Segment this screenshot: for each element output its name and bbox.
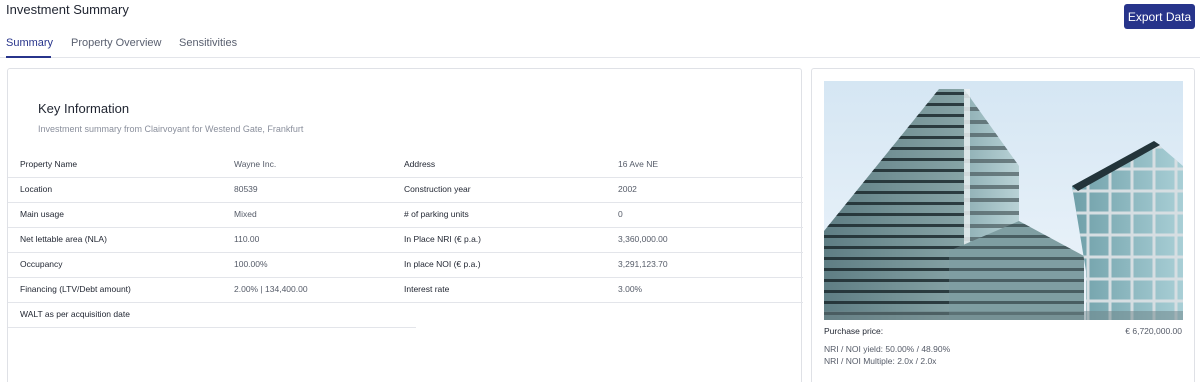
field-value: 100.00% (234, 259, 268, 269)
field-label: Location (20, 184, 53, 194)
table-row: Main usage Mixed # of parking units 0 (8, 202, 803, 227)
table-row: Occupancy 100.00% In place NOI (€ p.a.) … (8, 252, 803, 277)
key-information-card: Key Information Investment summary from … (7, 68, 803, 382)
row-divider (8, 327, 416, 328)
field-label: In Place NRI (€ p.a.) (404, 234, 482, 244)
export-data-button[interactable]: Export Data (1124, 4, 1195, 29)
field-value: 3,291,123.70 (618, 259, 668, 269)
field-value: 80539 (234, 184, 258, 194)
table-row: Financing (LTV/Debt amount) 2.00% | 134,… (8, 277, 803, 302)
tab-sensitivities[interactable]: Sensitivities (179, 37, 237, 49)
table-row: Property Name Wayne Inc. Address 16 Ave … (8, 152, 803, 177)
field-label: Property Name (20, 159, 78, 169)
field-value: Wayne Inc. (234, 159, 277, 169)
nri-noi-multiple: NRI / NOI Multiple: 2.0x / 2.0x (824, 356, 937, 366)
table-row: Net lettable area (NLA) 110.00 In Place … (8, 227, 803, 252)
nri-noi-yield: NRI / NOI yield: 50.00% / 48.90% (824, 344, 951, 354)
table-row: WALT as per acquisition date (8, 302, 418, 327)
field-label: Net lettable area (NLA) (20, 234, 107, 244)
field-label: # of parking units (404, 209, 469, 219)
property-card: Purchase price: € 6,720,000.00 NRI / NOI… (811, 68, 1195, 382)
field-value: 0 (618, 209, 623, 219)
field-label: Occupancy (20, 259, 63, 269)
field-label: In place NOI (€ p.a.) (404, 259, 481, 269)
field-label: Main usage (20, 209, 64, 219)
field-label: Address (404, 159, 436, 169)
field-label: Interest rate (404, 284, 450, 294)
tab-property-overview[interactable]: Property Overview (71, 37, 161, 49)
purchase-price-value: € 6,720,000.00 (1125, 326, 1182, 336)
table-row: Location 80539 Construction year 2002 (8, 177, 803, 202)
field-value: 3.00% (618, 284, 643, 294)
purchase-price-label: Purchase price: (824, 326, 884, 336)
field-value: 110.00 (234, 234, 260, 244)
field-label: Construction year (404, 184, 471, 194)
tab-bar: Summary Property Overview Sensitivities (0, 36, 1200, 58)
field-value: 3,360,000.00 (618, 234, 668, 244)
section-title: Key Information (38, 101, 130, 116)
field-label: WALT as per acquisition date (20, 309, 130, 319)
tab-summary[interactable]: Summary (6, 37, 53, 49)
field-value: 16 Ave NE (618, 159, 659, 169)
field-value: 2002 (618, 184, 637, 194)
field-value: Mixed (234, 209, 257, 219)
field-label: Financing (LTV/Debt amount) (20, 284, 131, 294)
active-tab-indicator (6, 56, 51, 58)
section-subtitle: Investment summary from Clairvoyant for … (38, 124, 304, 134)
page-title: Investment Summary (6, 2, 129, 17)
property-photo (824, 81, 1183, 320)
field-value: 2.00% | 134,400.00 (234, 284, 308, 294)
